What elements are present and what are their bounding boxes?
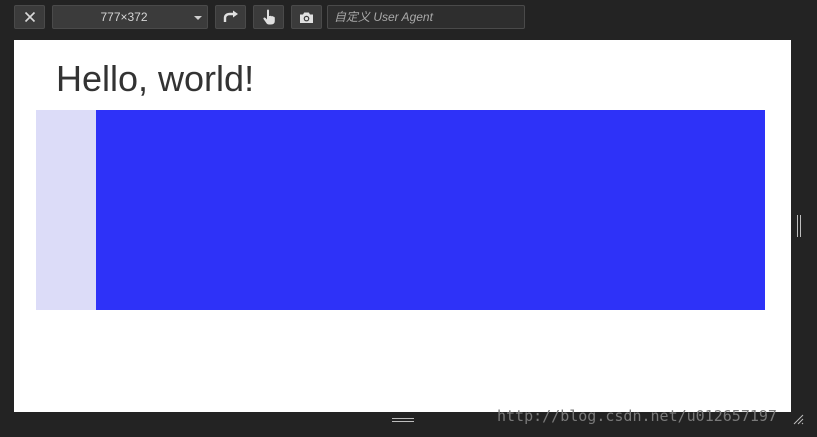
device-size-label: 777×372: [100, 10, 148, 24]
user-agent-input[interactable]: [327, 5, 525, 29]
rotate-button[interactable]: [215, 5, 246, 29]
inner-box: [96, 110, 765, 310]
rotate-icon: [223, 10, 238, 22]
close-icon: [24, 11, 35, 23]
outer-box: [36, 110, 765, 310]
device-size-select[interactable]: 777×372: [52, 5, 208, 29]
device-toolbar: 777×372: [0, 0, 817, 36]
chevron-down-icon: [194, 16, 202, 20]
close-button[interactable]: [14, 5, 45, 29]
corner-resize-handle[interactable]: [792, 412, 804, 425]
touch-emulation-button[interactable]: [253, 5, 284, 29]
device-viewport: Hello, world!: [14, 40, 791, 412]
page-heading: Hello, world!: [56, 58, 255, 99]
height-resize-handle[interactable]: [392, 418, 414, 423]
watermark-text: http://blog.csdn.net/u012657197: [497, 407, 777, 425]
camera-icon: [300, 12, 313, 23]
resize-grip-icon: [793, 414, 804, 425]
touch-icon: [262, 9, 275, 25]
screenshot-button[interactable]: [291, 5, 322, 29]
width-resize-handle[interactable]: [797, 215, 802, 237]
